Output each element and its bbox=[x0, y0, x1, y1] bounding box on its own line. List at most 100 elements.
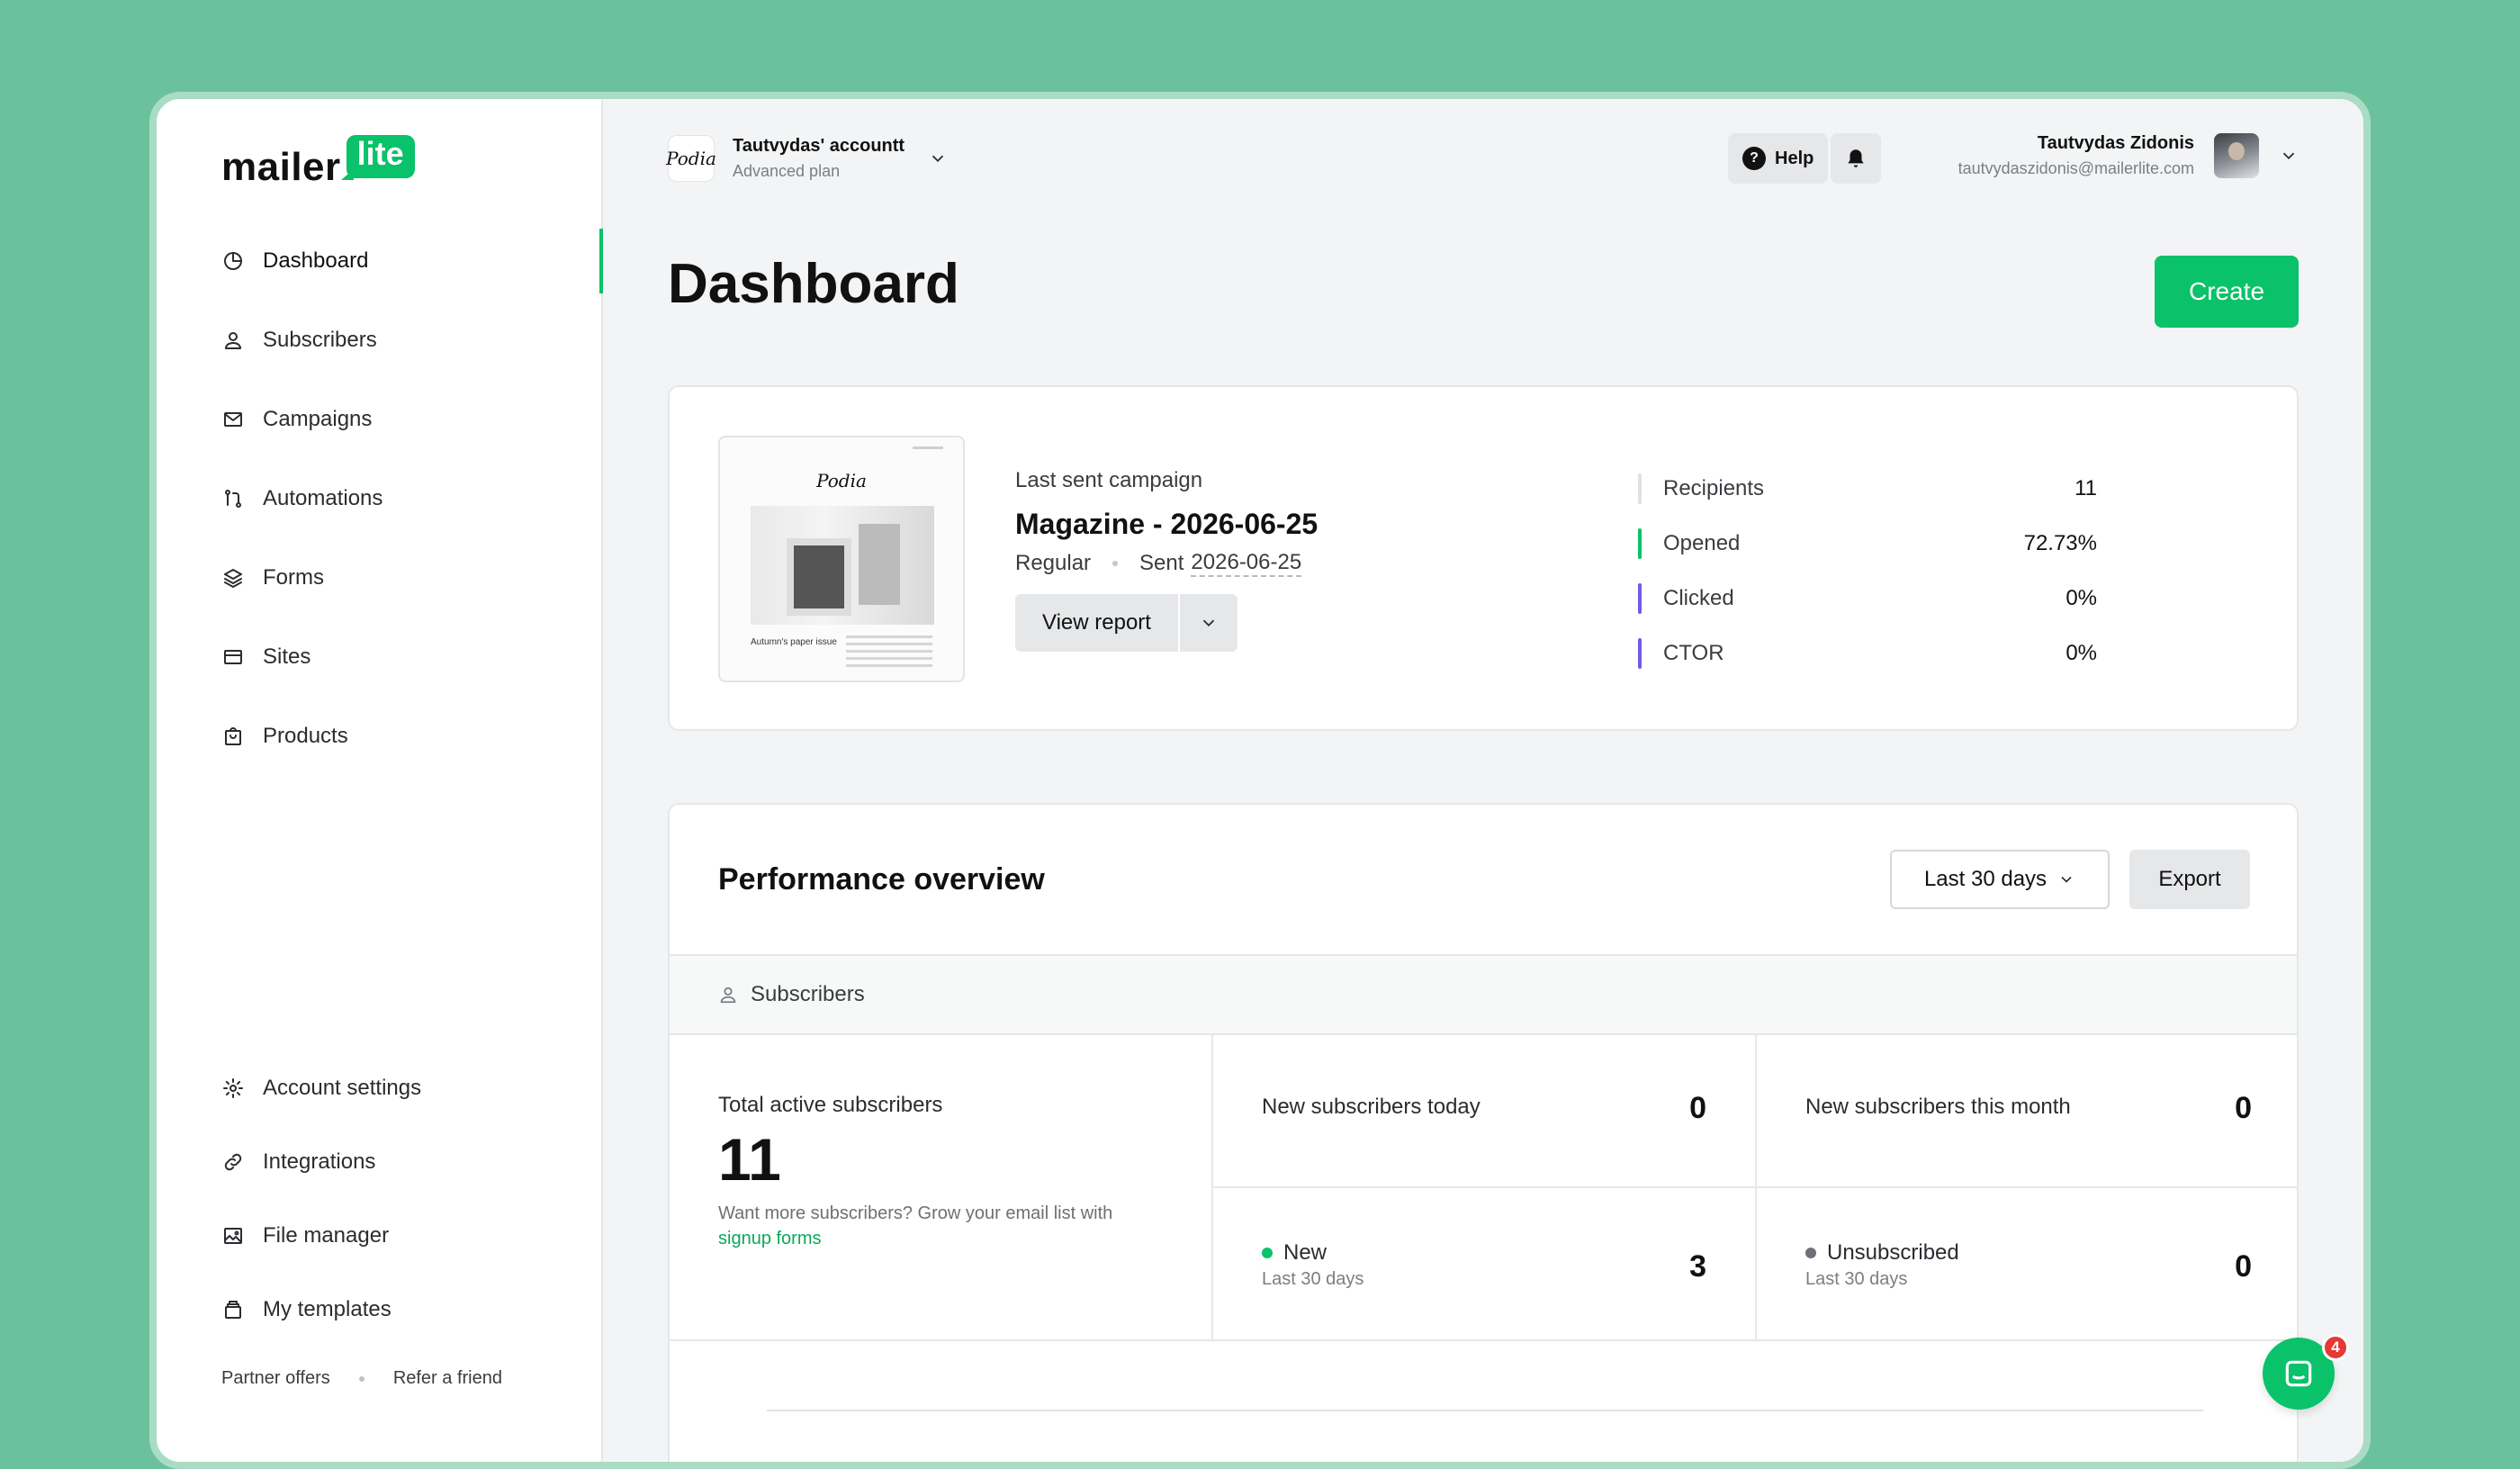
cell-status: Unsubscribed bbox=[1805, 1240, 1959, 1266]
sidebar-item-forms[interactable]: Forms bbox=[157, 538, 601, 617]
performance-overview-card: Performance overview Last 30 days Export… bbox=[668, 803, 2299, 1462]
cell-sub: Last 30 days bbox=[1805, 1269, 1908, 1289]
help-text: Want more subscribers? Grow your email l… bbox=[718, 1203, 1113, 1223]
sidebar-item-label: File manager bbox=[263, 1223, 390, 1248]
date-range-label: Last 30 days bbox=[1923, 867, 2048, 891]
sidebar-item-campaigns[interactable]: Campaigns bbox=[157, 380, 601, 459]
main-content: Podia Tautvydas' accountt Advanced plan … bbox=[603, 99, 2363, 1462]
mailerlite-logo[interactable]: mailer lite bbox=[221, 135, 415, 187]
performance-title: Performance overview bbox=[718, 862, 1045, 897]
sidebar-item-label: Products bbox=[263, 724, 348, 748]
user-email: tautvydaszidonis@mailerlite.com bbox=[1958, 159, 2194, 177]
link-icon bbox=[221, 1150, 245, 1174]
campaign-sent-date: 2026-06-25 bbox=[1191, 550, 1302, 577]
campaign-thumbnail[interactable]: Podia Autumn's paper issue bbox=[718, 436, 965, 682]
meta-separator bbox=[1112, 561, 1119, 566]
sidebar-item-account-settings[interactable]: Account settings bbox=[157, 1051, 601, 1125]
account-switcher[interactable]: Podia Tautvydas' accountt Advanced plan bbox=[666, 135, 948, 182]
subscribers-section-header: Subscribers bbox=[670, 954, 2297, 1035]
stat-value: 0% bbox=[2066, 640, 2097, 665]
layers-icon bbox=[221, 566, 245, 590]
logo-badge: lite bbox=[340, 135, 415, 180]
sidebar: mailer lite Dashboard Subscribers Campai… bbox=[157, 99, 603, 1462]
sidebar-item-label: Subscribers bbox=[263, 328, 377, 352]
signup-forms-link[interactable]: signup forms bbox=[718, 1229, 822, 1248]
logo-word: mailer bbox=[221, 144, 341, 189]
thumbnail-header-line bbox=[913, 446, 943, 449]
thumbnail-logo: Podia bbox=[816, 470, 867, 491]
export-button[interactable]: Export bbox=[2129, 850, 2250, 909]
sidebar-item-subscribers[interactable]: Subscribers bbox=[157, 301, 601, 380]
stat-ctor: CTOR 0% bbox=[1638, 626, 2097, 680]
section-label: Subscribers bbox=[751, 982, 865, 1006]
image-icon bbox=[221, 1224, 245, 1248]
campaign-meta: Regular Sent 2026-06-25 bbox=[1015, 550, 1318, 577]
new-30-days-cell: New Last 30 days 3 bbox=[1213, 1188, 1757, 1341]
sidebar-item-label: Campaigns bbox=[263, 407, 373, 431]
help-button[interactable]: ? Help bbox=[1728, 133, 1829, 184]
user-icon bbox=[720, 987, 736, 1004]
campaign-title[interactable]: Magazine - 2026-06-25 bbox=[1015, 508, 1318, 541]
user-menu[interactable]: Tautvydas Zidonis tautvydaszidonis@maile… bbox=[1958, 133, 2299, 178]
notifications-button[interactable] bbox=[1831, 133, 1881, 184]
partner-offers-link[interactable]: Partner offers bbox=[221, 1368, 330, 1389]
create-button[interactable]: Create bbox=[2155, 256, 2299, 328]
total-label: Total active subscribers bbox=[718, 1093, 943, 1117]
sidebar-item-label: Sites bbox=[263, 644, 311, 669]
total-subscribers-cell: Total active subscribers 11 Want more su… bbox=[670, 1035, 1213, 1339]
chart-baseline bbox=[767, 1410, 2203, 1411]
stat-label: Clicked bbox=[1663, 585, 1734, 610]
bell-icon bbox=[1848, 149, 1864, 167]
view-report-dropdown[interactable] bbox=[1179, 594, 1238, 652]
account-logo: Podia bbox=[666, 135, 716, 182]
status-dot bbox=[1262, 1248, 1273, 1258]
cell-value: 0 bbox=[2235, 1249, 2252, 1284]
new-today-cell: New subscribers today 0 bbox=[1213, 1035, 1757, 1188]
page-title: Dashboard bbox=[668, 253, 959, 315]
sidebar-item-products[interactable]: Products bbox=[157, 697, 601, 776]
sidebar-item-label: Integrations bbox=[263, 1149, 376, 1174]
sidebar-item-automations[interactable]: Automations bbox=[157, 459, 601, 538]
browser-icon bbox=[221, 645, 245, 669]
stat-value: 11 bbox=[2074, 475, 2097, 500]
stat-clicked: Clicked 0% bbox=[1638, 571, 2097, 626]
stat-value: 72.73% bbox=[2023, 530, 2097, 555]
campaign-stats: Recipients 11 Opened 72.73% Clicked 0% C… bbox=[1638, 461, 2097, 680]
date-range-select[interactable]: Last 30 days bbox=[1890, 850, 2110, 909]
sidebar-item-sites[interactable]: Sites bbox=[157, 617, 601, 697]
campaign-info: Last sent campaign Magazine - 2026-06-25… bbox=[1015, 468, 1318, 577]
campaign-type: Regular bbox=[1015, 551, 1092, 575]
sidebar-item-integrations[interactable]: Integrations bbox=[157, 1125, 601, 1199]
stat-opened: Opened 72.73% bbox=[1638, 516, 2097, 571]
sidebar-item-my-templates[interactable]: My templates bbox=[157, 1273, 601, 1347]
sidebar-footer: Partner offers Refer a friend bbox=[221, 1368, 502, 1389]
chevron-down-icon bbox=[1202, 619, 1215, 627]
sidebar-item-label: Automations bbox=[263, 486, 383, 510]
stat-label: Recipients bbox=[1663, 475, 1765, 500]
campaign-sent-prefix: Sent bbox=[1139, 551, 1184, 575]
chat-badge: 4 bbox=[2322, 1334, 2349, 1361]
chevron-down-icon bbox=[932, 155, 944, 163]
templates-icon bbox=[221, 1298, 245, 1321]
subscriber-stats-grid: Total active subscribers 11 Want more su… bbox=[670, 1035, 2297, 1341]
chevron-down-icon bbox=[2282, 152, 2295, 160]
chat-icon bbox=[2285, 1360, 2312, 1387]
thumbnail-caption: Autumn's paper issue bbox=[751, 637, 837, 647]
cell-status: New bbox=[1262, 1240, 1327, 1266]
cell-value: 0 bbox=[2235, 1091, 2252, 1125]
gear-icon bbox=[221, 1077, 245, 1100]
avatar bbox=[2214, 133, 2259, 178]
dashboard-icon bbox=[221, 249, 245, 273]
sidebar-item-dashboard[interactable]: Dashboard bbox=[157, 221, 603, 301]
cell-value: 3 bbox=[1689, 1249, 1706, 1284]
campaign-label: Last sent campaign bbox=[1015, 468, 1203, 492]
bag-icon bbox=[221, 725, 245, 748]
cell-label: New subscribers today bbox=[1262, 1095, 1480, 1119]
status-dot bbox=[1805, 1248, 1816, 1258]
refer-friend-link[interactable]: Refer a friend bbox=[393, 1368, 502, 1389]
stat-label: Opened bbox=[1663, 530, 1741, 555]
view-report-button[interactable]: View report bbox=[1015, 594, 1178, 652]
sidebar-item-file-manager[interactable]: File manager bbox=[157, 1199, 601, 1273]
status-label: New bbox=[1283, 1240, 1328, 1265]
mail-icon bbox=[221, 408, 245, 431]
